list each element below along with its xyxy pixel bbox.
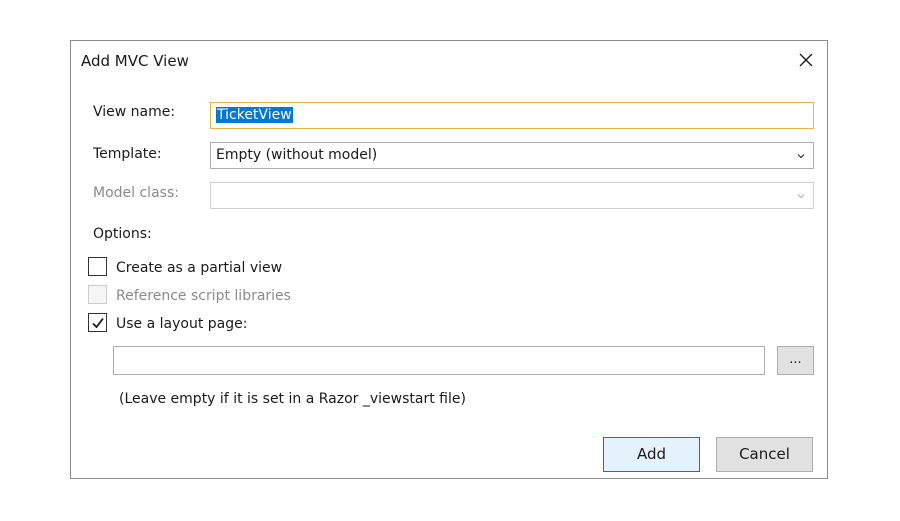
close-icon — [799, 53, 813, 67]
view-name-label: View name: — [93, 104, 176, 120]
dialog-title: Add MVC View — [81, 52, 189, 70]
close-button[interactable] — [795, 49, 817, 71]
view-name-input[interactable]: TicketView — [210, 102, 814, 129]
cancel-button[interactable]: Cancel — [716, 437, 813, 472]
layout-hint: (Leave empty if it is set in a Razor _vi… — [119, 391, 466, 407]
view-name-value: TicketView — [216, 107, 293, 123]
layout-page-label: Use a layout page: — [116, 316, 248, 332]
template-label: Template: — [93, 146, 162, 162]
template-select[interactable]: Empty (without model) — [210, 142, 814, 169]
checkmark-icon — [92, 317, 104, 329]
model-class-label: Model class: — [93, 185, 179, 201]
script-libraries-checkbox[interactable] — [88, 285, 107, 304]
script-libraries-label: Reference script libraries — [116, 288, 291, 304]
add-button[interactable]: Add — [603, 437, 700, 472]
template-selected-value: Empty (without model) — [216, 147, 378, 163]
add-mvc-view-dialog: Add MVC View View name: TicketView Templ… — [70, 40, 828, 479]
layout-page-checkbox[interactable] — [88, 313, 107, 332]
browse-button[interactable]: ... — [777, 346, 814, 375]
chevron-down-icon — [797, 154, 805, 159]
model-class-select[interactable] — [210, 182, 814, 209]
chevron-down-icon — [797, 194, 805, 199]
partial-view-checkbox[interactable] — [88, 257, 107, 276]
partial-view-label: Create as a partial view — [116, 260, 283, 276]
layout-page-path-input[interactable] — [113, 346, 765, 375]
options-heading: Options: — [93, 226, 152, 242]
